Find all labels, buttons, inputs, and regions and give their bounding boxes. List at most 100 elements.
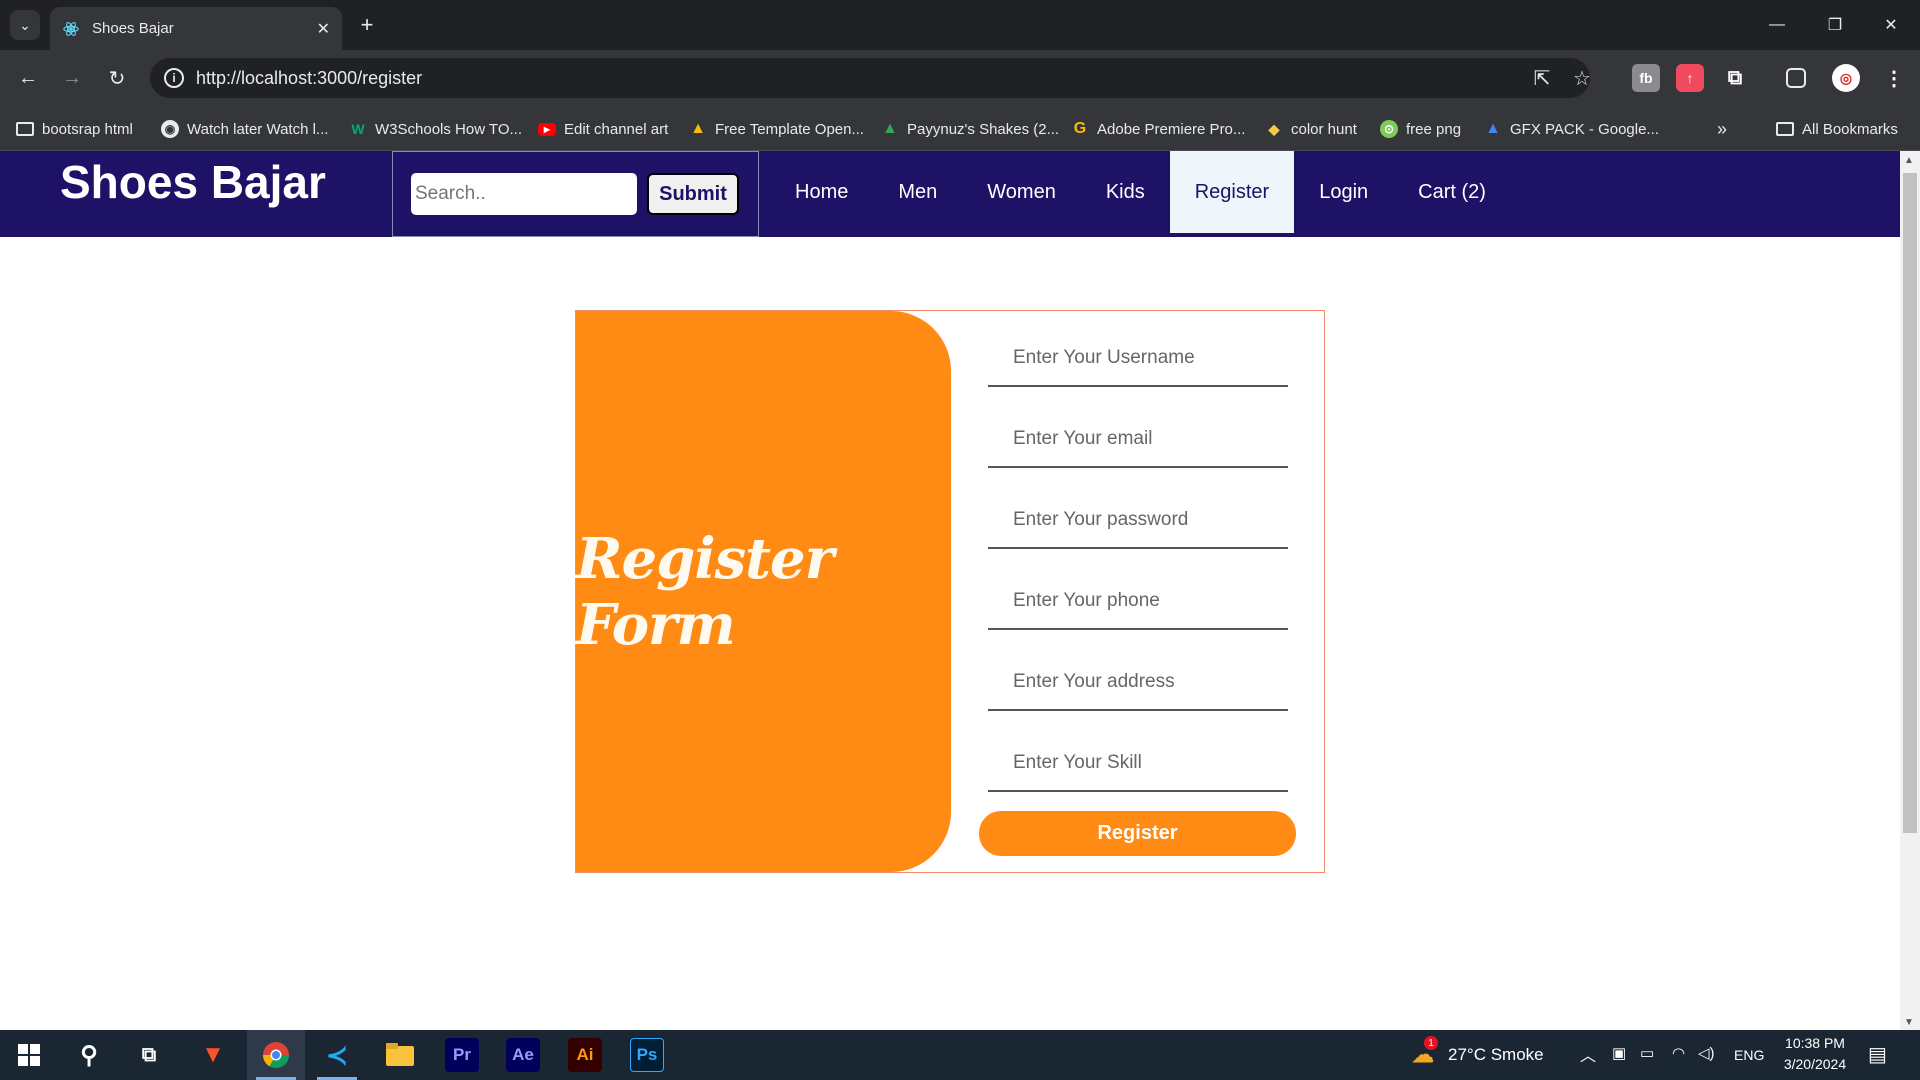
web-page: Shoes Bajar Submit Home Men Women Kids R… [0,151,1900,1030]
register-form-title: Register Form [576,525,834,658]
address-field[interactable] [988,655,1288,711]
bookmark-label: Payynuz's Shakes (2... [907,120,1060,138]
bookmark-item[interactable]: ▲ Payynuz's Shakes (2... [881,117,1059,141]
task-view-icon[interactable]: ⧉ [132,1038,166,1072]
open-in-app-icon[interactable]: ⇱ [1530,66,1554,90]
minimize-icon[interactable]: — [1748,0,1806,50]
browser-tab[interactable]: Shoes Bajar ✕ [50,7,342,50]
scrollbar-thumb[interactable] [1903,173,1917,833]
side-panel-icon[interactable] [1786,68,1806,88]
page-scrollbar[interactable]: ▲ ▼ [1900,151,1920,1030]
bookmark-item[interactable]: ▶ Edit channel art [538,117,668,141]
nav-register[interactable]: Register [1169,151,1295,233]
wifi-icon[interactable]: ◠ [1672,1044,1685,1062]
bookmark-item[interactable]: G Adobe Premiere Pro... [1071,117,1246,141]
main-menu: Home Men Women Kids Register Login Cart … [770,151,1511,237]
extensions-puzzle-icon[interactable]: ⧉ [1721,64,1749,92]
chrome-icon[interactable] [259,1038,293,1072]
bookmark-label: Watch later Watch l... [187,120,329,138]
vscode-icon[interactable]: ≺ [320,1038,354,1072]
tray-chevron-up-icon[interactable]: ︿ [1580,1042,1596,1066]
nav-cart[interactable]: Cart (2) [1393,151,1511,233]
bookmark-label: Free Template Open... [715,120,864,138]
google-drive-icon: ▲ [1485,120,1501,137]
nav-men[interactable]: Men [873,151,962,233]
notifications-icon[interactable]: ▤ [1868,1042,1887,1067]
menu-dots-icon[interactable]: ⋮ [1880,64,1908,92]
windows-taskbar: ⚲ ⧉ ▼ ≺ Pr Ae Ai Ps ☁ 1 27°C Smoke ︿ ▣ ▭… [0,1030,1920,1080]
tab-close-icon[interactable]: ✕ [317,19,330,39]
scroll-down-arrow-icon[interactable]: ▼ [1904,1017,1914,1028]
phone-field[interactable] [988,574,1288,630]
bookmark-item[interactable]: ◉ Watch later Watch l... [161,117,328,141]
search-icon[interactable]: ⚲ [72,1038,106,1072]
premiere-icon[interactable]: Pr [445,1038,479,1072]
register-button[interactable]: Register [979,811,1296,856]
nav-kids[interactable]: Kids [1081,151,1170,233]
bookmark-item[interactable]: ◆ color hunt [1265,117,1357,141]
clock-time[interactable]: 10:38 PM [1783,1035,1847,1051]
bookmark-label: color hunt [1291,120,1357,138]
extension-1-icon[interactable]: fb [1632,64,1660,92]
volume-icon[interactable]: ◁) [1698,1044,1715,1062]
new-tab-plus-icon[interactable]: + [352,10,382,40]
skill-field[interactable] [988,736,1288,792]
extension-2-icon[interactable]: ↑ [1676,64,1704,92]
bookmark-item[interactable]: W W3Schools How TO... [349,117,522,141]
search-input[interactable] [411,173,637,215]
all-bookmarks[interactable]: All Bookmarks [1776,117,1898,141]
after-effects-icon[interactable]: Ae [506,1038,540,1072]
bookmark-item[interactable]: bootsrap html [16,117,133,141]
bookmark-item[interactable]: ⊙ free png [1380,117,1461,141]
address-bar[interactable]: i http://localhost:3000/register ⇱ ☆ [150,58,1591,98]
username-field[interactable] [988,331,1288,387]
tab-search-chevron-icon[interactable]: ⌄ [10,10,40,40]
bookmark-item[interactable]: ▲ Free Template Open... [689,117,864,141]
nav-home[interactable]: Home [770,151,873,233]
file-explorer-icon[interactable] [383,1038,417,1072]
back-arrow-icon[interactable]: ← [10,60,46,96]
brave-browser-icon[interactable]: ▼ [196,1038,230,1072]
nav-women[interactable]: Women [962,151,1081,233]
w3schools-icon: W [351,121,365,137]
camera-icon[interactable]: ▣ [1612,1044,1626,1062]
url-text: http://localhost:3000/register [196,68,423,88]
bookmark-label: bootsrap html [42,120,133,138]
globe-icon: ◉ [161,120,179,138]
email-field[interactable] [988,412,1288,468]
illustrator-icon[interactable]: Ai [568,1038,602,1072]
bookmark-label: free png [1406,120,1462,138]
reload-icon[interactable]: ↻ [99,60,135,96]
scroll-up-arrow-icon[interactable]: ▲ [1904,155,1914,166]
youtube-icon: ▶ [538,122,556,136]
battery-icon[interactable]: ▭ [1640,1044,1654,1062]
forward-arrow-icon[interactable]: → [54,60,90,96]
google-icon: G [1073,120,1087,137]
profile-avatar-icon[interactable]: ◎ [1832,64,1860,92]
search-submit-button[interactable]: Submit [647,173,739,215]
folder-icon [1776,122,1794,136]
search-form: Submit [392,151,759,237]
weather-text[interactable]: 27°C Smoke [1448,1045,1544,1065]
google-drive-icon: ▲ [882,120,898,137]
browser-toolbar: ← → ↻ i http://localhost:3000/register ⇱… [0,50,1920,107]
windows-start-icon[interactable] [12,1038,46,1072]
bookmark-label: W3Schools How TO... [375,120,522,138]
google-drive-icon: ▲ [690,120,706,137]
site-info-icon[interactable]: i [164,68,184,88]
bookmark-label: Adobe Premiere Pro... [1097,120,1246,138]
photoshop-icon[interactable]: Ps [630,1038,664,1072]
register-form-card: Register Form Register [575,310,1325,873]
more-bookmarks-chevron-icon[interactable]: » [1717,117,1727,141]
site-brand[interactable]: Shoes Bajar [60,155,326,209]
bookmarks-bar: bootsrap html ◉ Watch later Watch l... W… [0,107,1920,151]
clock-date[interactable]: 3/20/2024 [1776,1056,1854,1072]
weather-badge: 1 [1424,1036,1438,1050]
password-field[interactable] [988,493,1288,549]
bookmark-item[interactable]: ▲ GFX PACK - Google... [1484,117,1659,141]
bookmark-star-icon[interactable]: ☆ [1570,66,1594,90]
restore-icon[interactable]: ❐ [1806,0,1864,50]
language-indicator[interactable]: ENG [1734,1047,1764,1063]
nav-login[interactable]: Login [1294,151,1393,233]
window-close-icon[interactable]: ✕ [1862,0,1920,50]
